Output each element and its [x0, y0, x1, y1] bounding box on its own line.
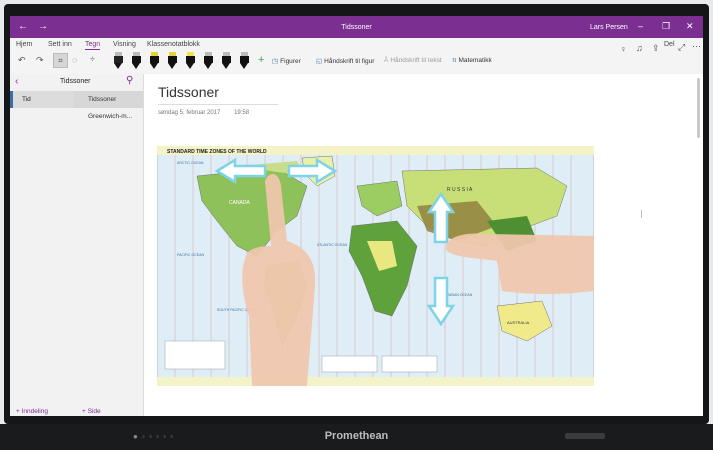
matematikk-button[interactable]: π Matematikk — [452, 57, 492, 64]
handskrift-til-tekst-button[interactable]: Å Håndskrift til tekst — [384, 57, 442, 64]
notebook-sidebar: ‹ Tidssoner ⚲ Tid Tidssoner Greenwich-m.… — [10, 74, 144, 416]
tab-visning[interactable]: Visning — [113, 41, 136, 48]
notebook-title: Tidssoner — [60, 78, 91, 85]
share-button[interactable]: Del — [664, 41, 675, 48]
chevron-left-icon[interactable]: ‹ — [15, 76, 18, 87]
insert-space-icon[interactable]: ÷ — [90, 54, 95, 64]
redo-icon[interactable]: ↷ — [36, 55, 44, 66]
map-title: STANDARD TIME ZONES OF THE WORLD — [167, 149, 267, 155]
ink-to-shape-icon: ◱ — [316, 58, 323, 65]
lasso-select-icon[interactable]: ⌗ — [53, 53, 68, 68]
highlighter-tool-1-icon[interactable] — [186, 52, 195, 69]
page-date: søndag 5. februar 2017 — [158, 110, 221, 116]
add-pen-icon[interactable]: + — [258, 54, 264, 66]
math-icon: π — [452, 57, 457, 64]
device-ports — [565, 433, 605, 439]
pen-tool-2-icon[interactable] — [132, 52, 141, 69]
share-icon[interactable]: ⇪ — [652, 43, 660, 54]
map-label-australia: AUSTRALIA — [507, 320, 530, 325]
expand-icon[interactable]: ⤢ — [678, 42, 685, 53]
title-bar: ← → Tidssoner Lars Persen – ❐ ✕ — [10, 16, 703, 38]
minimize-button[interactable]: – — [638, 21, 643, 31]
undo-icon[interactable]: ↶ — [18, 55, 26, 66]
lightbulb-icon[interactable]: ♀ — [620, 44, 627, 54]
tab-tegn[interactable]: Tegn — [85, 41, 101, 50]
map-label-pacific-ocean: PACIFIC OCEAN — [177, 253, 204, 257]
display-stand: ● ◦ ◦ ◦ ◦ ◦ Promethean — [0, 424, 713, 450]
tab-hjem[interactable]: Hjem — [16, 41, 32, 48]
pen-tool-3-icon[interactable] — [150, 52, 159, 69]
section-color-marker — [10, 91, 13, 108]
scrollbar[interactable] — [697, 78, 700, 138]
map-label-canada: CANADA — [229, 200, 251, 206]
handskrift-til-figur-button[interactable]: ◱ Håndskrift til figur — [316, 57, 374, 65]
map-label-russia: R U S S I A — [447, 187, 473, 193]
more-options-icon[interactable]: ⋯ — [692, 41, 701, 52]
page-time: 19:58 — [234, 110, 250, 116]
pen-tool-1-icon[interactable] — [114, 52, 123, 69]
tab-sett-inn[interactable]: Sett inn — [48, 41, 72, 48]
page-title[interactable]: Tidssoner — [158, 84, 219, 100]
page-item-tidssoner[interactable]: Tidssoner — [74, 91, 143, 108]
map-label-atlantic-ocean: ATLANTIC OCEAN — [317, 243, 348, 247]
map-label-arctic-ocean: ARCTIC OCEAN — [177, 161, 204, 165]
pen-tool-5-icon[interactable] — [222, 52, 231, 69]
pen-tool-4-icon[interactable] — [168, 52, 177, 69]
close-button[interactable]: ✕ — [686, 21, 694, 31]
add-page-button[interactable]: + Side — [82, 408, 101, 415]
add-section-button[interactable]: + Inndeling — [16, 408, 48, 415]
brand-logo: Promethean — [324, 430, 389, 442]
screen: ← → Tidssoner Lars Persen – ❐ ✕ Hjem Set… — [10, 16, 703, 416]
highlighter-tool-2-icon[interactable] — [204, 52, 213, 69]
eraser-icon[interactable]: ◌ — [72, 55, 77, 65]
page-timestamp: søndag 5. februar 2017 19:58 — [158, 110, 249, 116]
pen-tool-6-icon[interactable] — [240, 52, 249, 69]
figurer-button[interactable]: ◳ Figurer — [272, 57, 301, 65]
title-underline — [158, 104, 278, 105]
tab-klassenotatblokk[interactable]: Klassenotatblokk — [147, 41, 200, 48]
map-label-indian-ocean: INDIAN OCEAN — [447, 293, 473, 297]
search-icon[interactable]: ⚲ — [126, 75, 133, 86]
sidebar-header: ‹ Tidssoner ⚲ — [10, 74, 143, 90]
user-name[interactable]: Lars Persen — [590, 24, 628, 31]
ribbon: Hjem Sett inn Tegn Visning Klassenotatbl… — [10, 38, 703, 75]
maximize-button[interactable]: ❐ — [662, 21, 670, 31]
page-item-greenwich[interactable]: Greenwich-m... — [74, 108, 143, 125]
section-tid[interactable]: Tid — [10, 91, 74, 108]
bell-icon[interactable]: ♫ — [636, 43, 643, 53]
text-cursor — [641, 210, 642, 218]
shapes-icon: ◳ — [272, 58, 279, 65]
ink-to-text-icon: Å — [384, 57, 389, 64]
world-time-zone-map[interactable]: STANDARD TIME ZONES OF THE WORLD CANADA … — [157, 146, 594, 386]
